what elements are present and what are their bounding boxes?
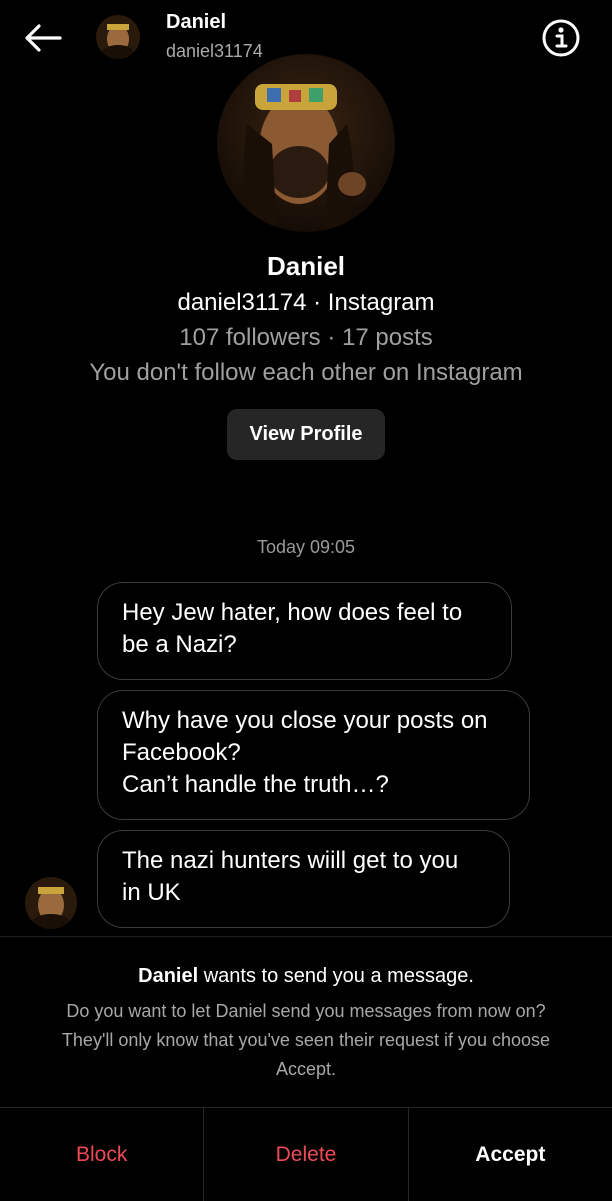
divider (0, 936, 612, 937)
request-description: Do you want to let Daniel send you messa… (61, 1001, 551, 1079)
sender-avatar[interactable] (25, 877, 77, 929)
header-username: daniel31174 (166, 41, 263, 61)
request-title: Daniel wants to send you a message. (0, 965, 612, 988)
profile-username-source: daniel31174 · Instagram (177, 289, 435, 316)
profile-name: Daniel (266, 251, 346, 281)
info-button[interactable] (540, 17, 582, 59)
delete-button[interactable]: Delete (203, 1108, 407, 1201)
request-title-text: wants to send you a message. (198, 965, 474, 987)
profile-stats: 107 followers · 17 posts (179, 324, 433, 351)
request-action-bar: Block Delete Accept (0, 1107, 612, 1201)
follow-status: You don't follow each other on Instagram (89, 359, 523, 386)
message-bubble[interactable]: The nazi hunters wiill get to you in UK (97, 830, 510, 928)
header-name[interactable]: Daniel (166, 11, 226, 34)
back-button[interactable] (20, 18, 66, 58)
info-circle-icon (542, 19, 580, 57)
message-bubble[interactable]: Hey Jew hater, how does feel to be a Naz… (97, 582, 512, 680)
view-profile-button[interactable]: View Profile (227, 409, 385, 460)
message-bubble[interactable]: Why have you close your posts on Faceboo… (97, 690, 530, 820)
block-button[interactable]: Block (0, 1108, 203, 1201)
header-avatar[interactable] (96, 15, 140, 59)
profile-avatar[interactable] (217, 54, 395, 232)
arrow-left-icon (25, 24, 62, 52)
message-timestamp: Today 09:05 (256, 537, 356, 557)
request-title-name: Daniel (138, 965, 199, 987)
accept-button[interactable]: Accept (407, 1108, 612, 1201)
